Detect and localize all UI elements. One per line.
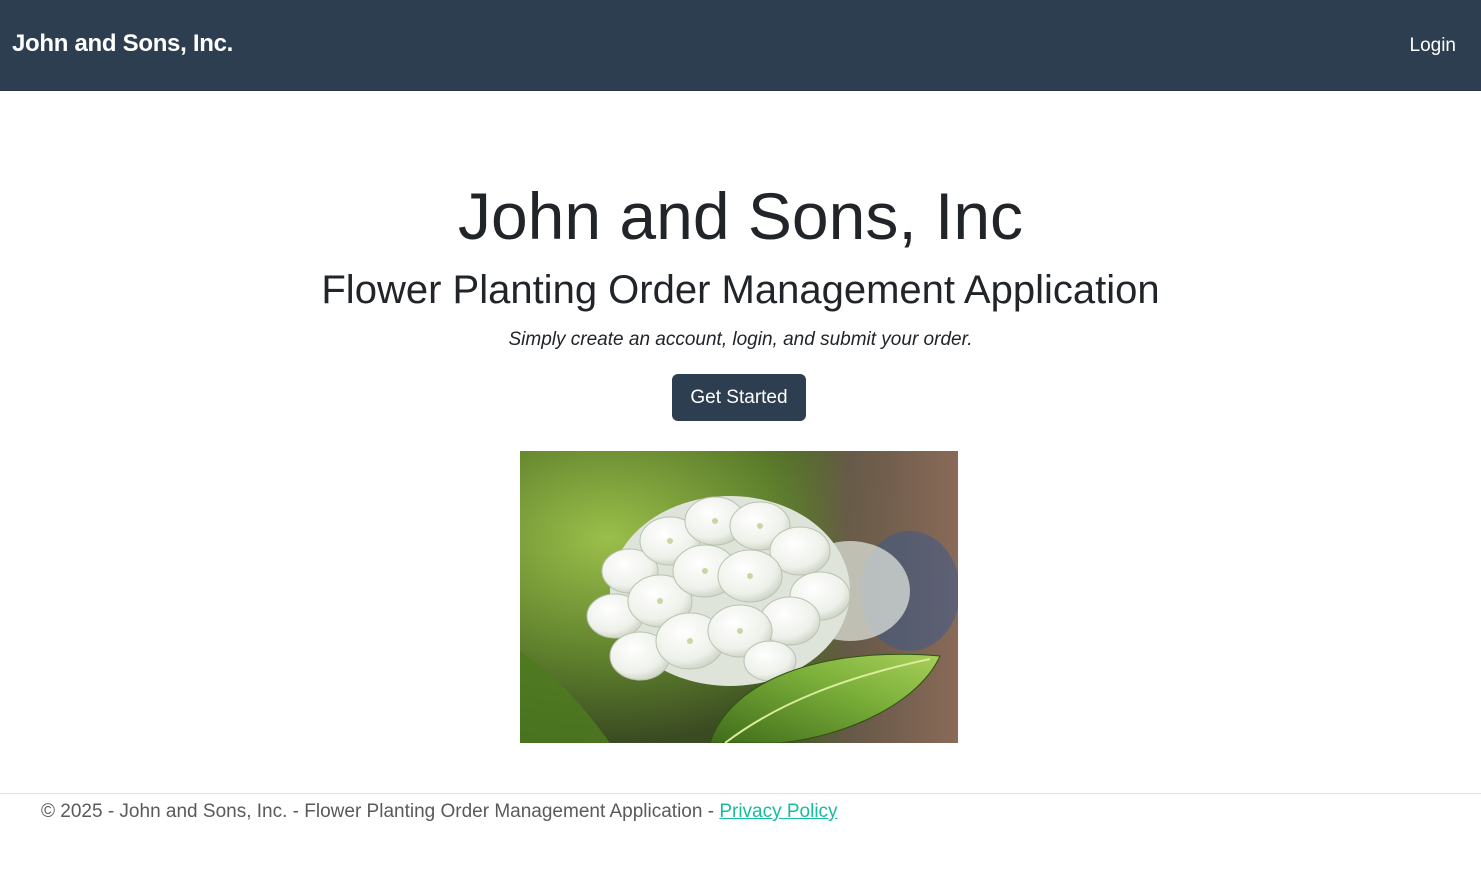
page-subtitle: Flower Planting Order Management Applica… bbox=[321, 268, 1160, 312]
footer-copyright: © 2025 - John and Sons, Inc. - Flower Pl… bbox=[41, 801, 720, 822]
page-footer: © 2025 - John and Sons, Inc. - Flower Pl… bbox=[0, 793, 1481, 877]
hydrangea-image bbox=[520, 451, 958, 743]
privacy-policy-link[interactable]: Privacy Policy bbox=[719, 801, 837, 822]
hero-tagline: Simply create an account, login, and sub… bbox=[508, 329, 973, 350]
footer-text: © 2025 - John and Sons, Inc. - Flower Pl… bbox=[41, 799, 838, 825]
login-link[interactable]: Login bbox=[1410, 35, 1457, 57]
page-title: John and Sons, Inc bbox=[457, 179, 1024, 253]
navbar-brand[interactable]: John and Sons, Inc. bbox=[12, 30, 233, 58]
get-started-button[interactable]: Get Started bbox=[672, 374, 806, 421]
top-navbar: John and Sons, Inc. Login bbox=[0, 0, 1481, 91]
